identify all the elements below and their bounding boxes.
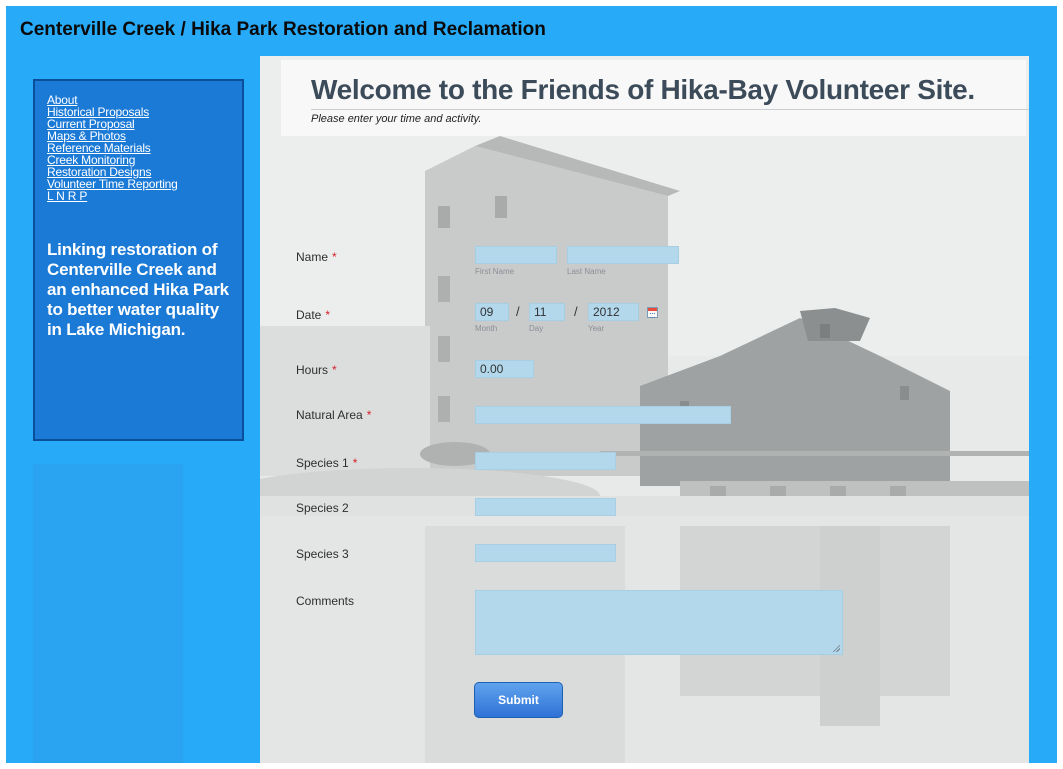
left-empty-panel	[33, 464, 183, 763]
natural-area-label: Natural Area *	[296, 408, 371, 422]
species1-input[interactable]	[475, 452, 616, 470]
required-marker: *	[332, 250, 337, 264]
submit-button[interactable]: Submit	[474, 682, 563, 718]
date-month-sublabel: Month	[475, 324, 498, 333]
last-name-input[interactable]	[567, 246, 679, 264]
date-year-sublabel: Year	[588, 324, 605, 333]
comments-label: Comments	[296, 594, 355, 608]
natural-area-label-text: Natural Area	[296, 408, 363, 422]
first-name-sublabel: First Name	[475, 267, 515, 276]
sidebar-tagline: Linking restoration of Centerville Creek…	[47, 240, 229, 339]
natural-area-input[interactable]	[475, 406, 731, 424]
date-month-input[interactable]: 09	[475, 303, 509, 321]
nav-list: About Historical Proposals Current Propo…	[47, 94, 230, 202]
species1-label: Species 1 *	[296, 456, 357, 470]
date-label-text: Date	[296, 308, 322, 322]
required-marker: *	[352, 456, 358, 470]
species2-label: Species 2	[296, 501, 349, 515]
species2-input[interactable]	[475, 498, 616, 516]
calendar-icon[interactable]	[647, 307, 658, 318]
comments-textarea[interactable]	[475, 590, 843, 655]
date-day-input[interactable]: 11	[529, 303, 565, 321]
date-label: Date *	[296, 308, 330, 322]
date-separator: /	[516, 304, 520, 319]
name-label: Name *	[296, 250, 337, 264]
name-label-text: Name	[296, 250, 329, 264]
date-year-input[interactable]: 2012	[588, 303, 639, 321]
resize-handle-icon[interactable]	[832, 644, 840, 652]
required-marker: *	[332, 363, 337, 377]
hours-input[interactable]: 0.00	[475, 360, 534, 378]
first-name-input[interactable]	[475, 246, 557, 264]
sidebar-nav: About Historical Proposals Current Propo…	[33, 79, 244, 441]
species3-label: Species 3	[296, 547, 349, 561]
date-separator: /	[574, 304, 578, 319]
date-day-sublabel: Day	[529, 324, 544, 333]
species1-label-text: Species 1	[296, 456, 349, 470]
volunteer-form-panel: Welcome to the Friends of Hika-Bay Volun…	[260, 56, 1029, 763]
nav-link-lnrp[interactable]: L N R P	[47, 189, 87, 203]
hours-label-text: Hours	[296, 363, 329, 377]
species3-input[interactable]	[475, 544, 616, 562]
required-marker: *	[366, 408, 372, 422]
page-title: Welcome to the Friends of Hika-Bay Volun…	[311, 74, 975, 105]
page-frame: Centerville Creek / Hika Park Restoratio…	[6, 6, 1057, 763]
title-divider	[311, 109, 1029, 110]
last-name-sublabel: Last Name	[567, 267, 606, 276]
page-subtitle: Please enter your time and activity.	[311, 113, 482, 125]
site-title: Centerville Creek / Hika Park Restoratio…	[20, 19, 546, 40]
hours-label: Hours *	[296, 363, 337, 377]
header-band: Welcome to the Friends of Hika-Bay Volun…	[281, 60, 1029, 136]
required-marker: *	[325, 308, 331, 322]
nav-item: L N R P	[47, 190, 230, 202]
